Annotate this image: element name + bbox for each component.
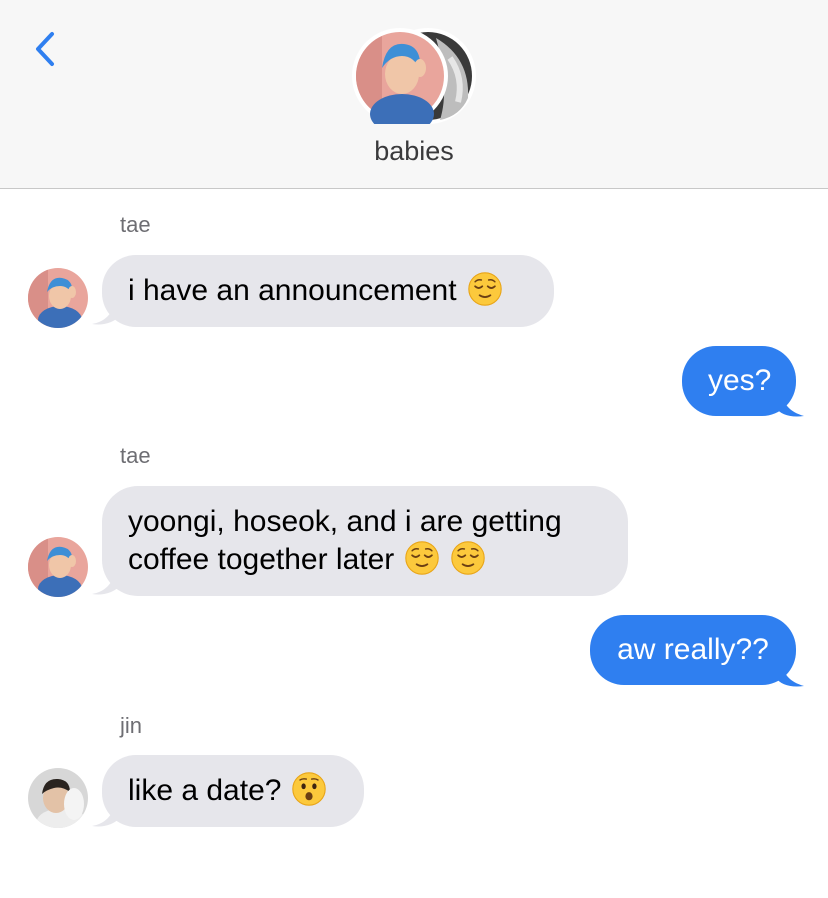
tae-avatar[interactable] [28,268,88,328]
message-text: like a date? [128,774,282,807]
sender-name: tae [120,443,151,468]
message-text-line: coffee together later [128,543,395,576]
relieved-face-emoji [467,271,503,307]
relieved-face-emoji [404,540,440,576]
message-bubble[interactable]: yes? [682,346,796,416]
tae-avatar[interactable] [28,537,88,597]
chevron-left-icon[interactable] [26,26,66,72]
jin-avatar[interactable] [28,768,88,828]
group-name[interactable]: babies [0,136,828,167]
message-bubble[interactable]: yoongi, hoseok, and i are getting coffee… [102,486,628,596]
message-bubble[interactable]: i have an announcement [102,255,554,327]
hushed-face-emoji [291,771,327,807]
message-text: yes? [708,364,772,397]
message-text: i have an announcement [128,274,457,307]
message-bubble[interactable]: aw really?? [590,615,796,685]
message-bubble[interactable]: like a date? [102,755,364,827]
relieved-face-emoji [450,540,486,576]
group-avatar-stack[interactable] [352,28,478,134]
conversation-header: babies [0,0,828,189]
avatar-front [352,28,448,134]
message-text-line: yoongi, hoseok, and i are getting [128,505,562,538]
sender-name: tae [120,212,151,237]
message-text: aw really?? [617,633,769,666]
sender-name: jin [120,713,143,738]
